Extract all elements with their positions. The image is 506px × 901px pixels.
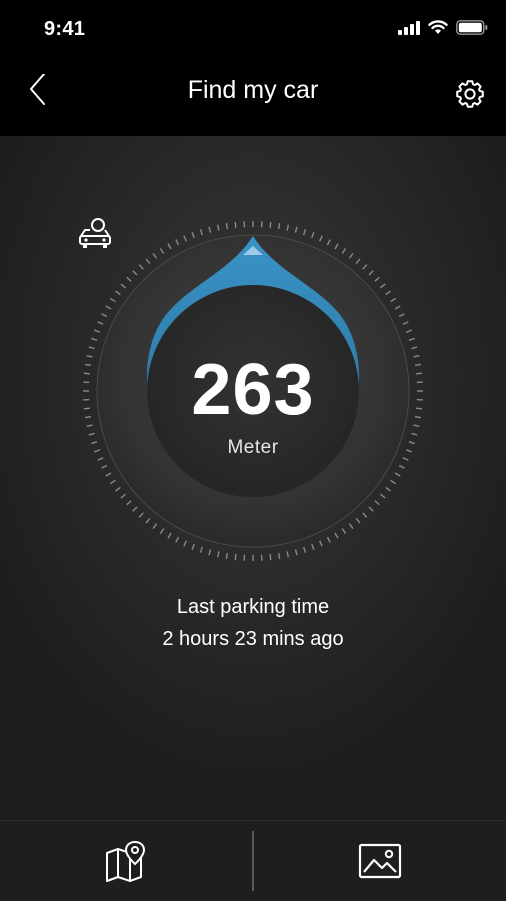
distance-unit: Meter [78,437,428,459]
page-title: Find my car [0,76,506,105]
distance-value: 263 [78,349,428,431]
settings-button[interactable] [450,74,490,114]
status-time: 9:41 [44,18,85,41]
image-icon [358,843,402,879]
status-icons [398,20,488,35]
nav-bar: Find my car [0,62,506,136]
photo-tab-button[interactable] [254,821,506,901]
gear-icon [450,74,490,114]
signal-icon [398,21,420,35]
map-tab-button[interactable] [0,821,252,901]
map-pin-icon [104,839,148,883]
distance-dial: 263 Meter [78,216,428,566]
car-icon [78,216,112,250]
battery-icon [456,20,488,35]
last-parking-time: 2 hours 23 mins ago [0,628,506,651]
bottom-tab-bar [0,820,506,901]
status-bar: 9:41 [0,0,506,62]
last-parking-label: Last parking time [0,596,506,619]
wifi-icon [428,20,448,35]
